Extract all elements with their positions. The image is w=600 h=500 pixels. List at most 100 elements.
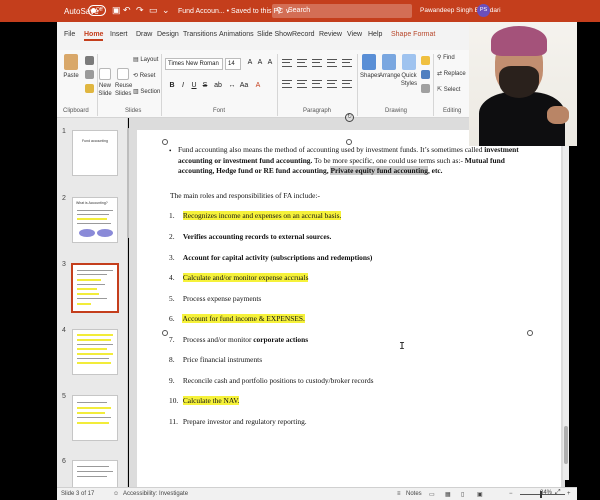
notes-button[interactable]: Notes [406, 491, 422, 497]
increase-indent-icon[interactable] [327, 59, 337, 67]
shape-fill-icon[interactable] [421, 56, 430, 65]
tab-shape-format[interactable]: Shape Format [391, 31, 435, 38]
list-item-9[interactable]: 9. Reconcile cash and portfolio position… [169, 376, 374, 387]
format-painter-icon[interactable] [85, 84, 94, 93]
bold-button[interactable]: B [167, 82, 177, 89]
list-item-6[interactable]: 6. Account for fund income & EXPENSES. [169, 314, 305, 325]
tab-design[interactable]: Design [157, 31, 179, 38]
font-size-box[interactable]: 14 [225, 58, 241, 70]
underline-button[interactable]: U [189, 82, 199, 89]
resize-handle[interactable] [527, 330, 533, 336]
slide-thumbnail-6[interactable] [72, 460, 118, 487]
reset-button[interactable]: ⟲ Reset [133, 72, 155, 80]
list-item-11[interactable]: 11. Prepare investor and regulatory repo… [169, 417, 307, 428]
decrease-indent-icon[interactable] [312, 59, 322, 67]
rotate-handle-icon[interactable]: ↻ [345, 113, 354, 122]
columns-icon[interactable] [342, 80, 352, 88]
list-item-3[interactable]: 3. Account for capital activity (subscri… [169, 253, 372, 264]
slide-thumbnail-3[interactable] [71, 263, 119, 313]
notes-icon[interactable]: ≡ [397, 491, 401, 497]
tab-review[interactable]: Review [319, 31, 342, 38]
list-item-10[interactable]: 10. Calculate the NAV. [169, 396, 240, 407]
slide-thumbnails-pane[interactable]: 1 Fund accounting 2 What is Accounting? … [57, 118, 128, 487]
quick-styles-button[interactable]: Quick Styles [400, 54, 418, 88]
increase-font-icon[interactable]: A [245, 59, 255, 66]
list-item-7[interactable]: 7. Process and/or monitor corporate acti… [169, 335, 308, 346]
clear-formatting-icon[interactable]: A [265, 59, 275, 66]
reading-view-icon[interactable]: ▯ [461, 491, 464, 498]
italic-button[interactable]: I [178, 82, 188, 89]
shapes-button[interactable]: Shapes [360, 54, 380, 80]
text-shadow-icon[interactable]: ab [213, 82, 223, 89]
accessibility-status[interactable]: Accessibility: Investigate [123, 491, 188, 497]
tab-view[interactable]: View [347, 31, 362, 38]
paste-button[interactable]: Paste [61, 54, 81, 80]
align-center-icon[interactable] [297, 80, 307, 88]
fit-to-window-icon[interactable]: ⤢ [555, 489, 561, 497]
search-input[interactable]: ⚲ Search [272, 4, 412, 18]
bullets-icon[interactable] [282, 59, 292, 67]
font-name-box[interactable]: Times New Roman [165, 58, 223, 70]
layout-button[interactable]: ▤ Layout [133, 56, 158, 64]
start-slideshow-icon[interactable]: ▭ [149, 5, 158, 16]
align-right-icon[interactable] [312, 80, 322, 88]
list-item-4[interactable]: 4. Calculate and/or monitor expense accr… [169, 273, 309, 284]
accessibility-icon[interactable]: ☺ [113, 491, 119, 497]
slide-thumbnail-1[interactable]: Fund accounting [72, 130, 118, 176]
select-button[interactable]: ⇱ Select [437, 86, 460, 94]
list-item-8[interactable]: 8. Price financial instruments [169, 355, 262, 366]
zoom-level[interactable]: 84% [540, 490, 552, 496]
copy-icon[interactable] [85, 70, 94, 79]
slideshow-view-icon[interactable]: ▣ [477, 491, 483, 498]
line-spacing-icon[interactable] [342, 59, 352, 67]
find-button[interactable]: ⚲ Find [437, 54, 455, 62]
slide-scrollbar[interactable] [563, 120, 569, 480]
avatar[interactable]: PS [477, 4, 490, 17]
reuse-slides-button[interactable]: Reuse Slides [115, 68, 132, 98]
decrease-font-icon[interactable]: A [255, 59, 265, 66]
tab-slide-show[interactable]: Slide Show [257, 31, 292, 38]
tab-draw[interactable]: Draw [136, 31, 152, 38]
list-item-2[interactable]: 2. Verifies accounting records to extern… [169, 232, 331, 243]
justify-icon[interactable] [327, 80, 337, 88]
scrollbar-thumb[interactable] [564, 426, 568, 464]
list-item-1[interactable]: 1. Recognizes income and expenses on an … [169, 211, 342, 222]
strikethrough-button[interactable]: S [200, 82, 210, 89]
tab-insert[interactable]: Insert [110, 31, 128, 38]
tab-home[interactable]: Home [84, 31, 104, 41]
tab-file[interactable]: File [64, 31, 75, 38]
align-left-icon[interactable] [282, 80, 292, 88]
shape-effects-icon[interactable] [421, 84, 430, 93]
redo-icon[interactable]: ↷ [136, 5, 144, 16]
tab-animations[interactable]: Animations [219, 31, 254, 38]
tab-record[interactable]: Record [292, 31, 315, 38]
section-button[interactable]: ▥ Section [133, 88, 160, 96]
cut-icon[interactable] [85, 56, 94, 65]
slide-counter[interactable]: Slide 3 of 17 [61, 491, 94, 497]
tab-transitions[interactable]: Transitions [183, 31, 217, 38]
normal-view-icon[interactable]: ▭ [429, 491, 435, 498]
intro-paragraph[interactable]: Fund accounting also means the method of… [178, 145, 523, 177]
autosave-toggle[interactable]: Off [88, 5, 106, 16]
slide-thumbnail-5[interactable] [72, 395, 118, 441]
roles-heading[interactable]: The main roles and responsibilities of F… [170, 191, 320, 202]
zoom-out-icon[interactable]: − [509, 491, 513, 497]
character-spacing-icon[interactable]: ↔ [227, 82, 237, 89]
slide-thumbnail-2[interactable]: What is Accounting? [72, 197, 118, 243]
resize-handle[interactable] [162, 139, 168, 145]
numbering-icon[interactable] [297, 59, 307, 67]
replace-button[interactable]: ⇄ Replace [437, 70, 466, 78]
list-item-5[interactable]: 5. Process expense payments [169, 294, 261, 305]
save-icon[interactable]: ▣ [112, 5, 121, 16]
slide-thumbnail-4[interactable] [72, 329, 118, 375]
more-icon[interactable]: ⌄ [162, 5, 170, 16]
font-color-icon[interactable]: A [253, 82, 263, 89]
change-case-icon[interactable]: Aa [239, 82, 249, 89]
slide[interactable] [137, 130, 561, 487]
tab-help[interactable]: Help [368, 31, 382, 38]
new-slide-button[interactable]: New Slide [97, 68, 113, 98]
shape-outline-icon[interactable] [421, 70, 430, 79]
zoom-in-icon[interactable]: + [567, 491, 571, 497]
slide-sorter-icon[interactable]: ▦ [445, 491, 451, 498]
undo-icon[interactable]: ↶ [123, 5, 131, 16]
